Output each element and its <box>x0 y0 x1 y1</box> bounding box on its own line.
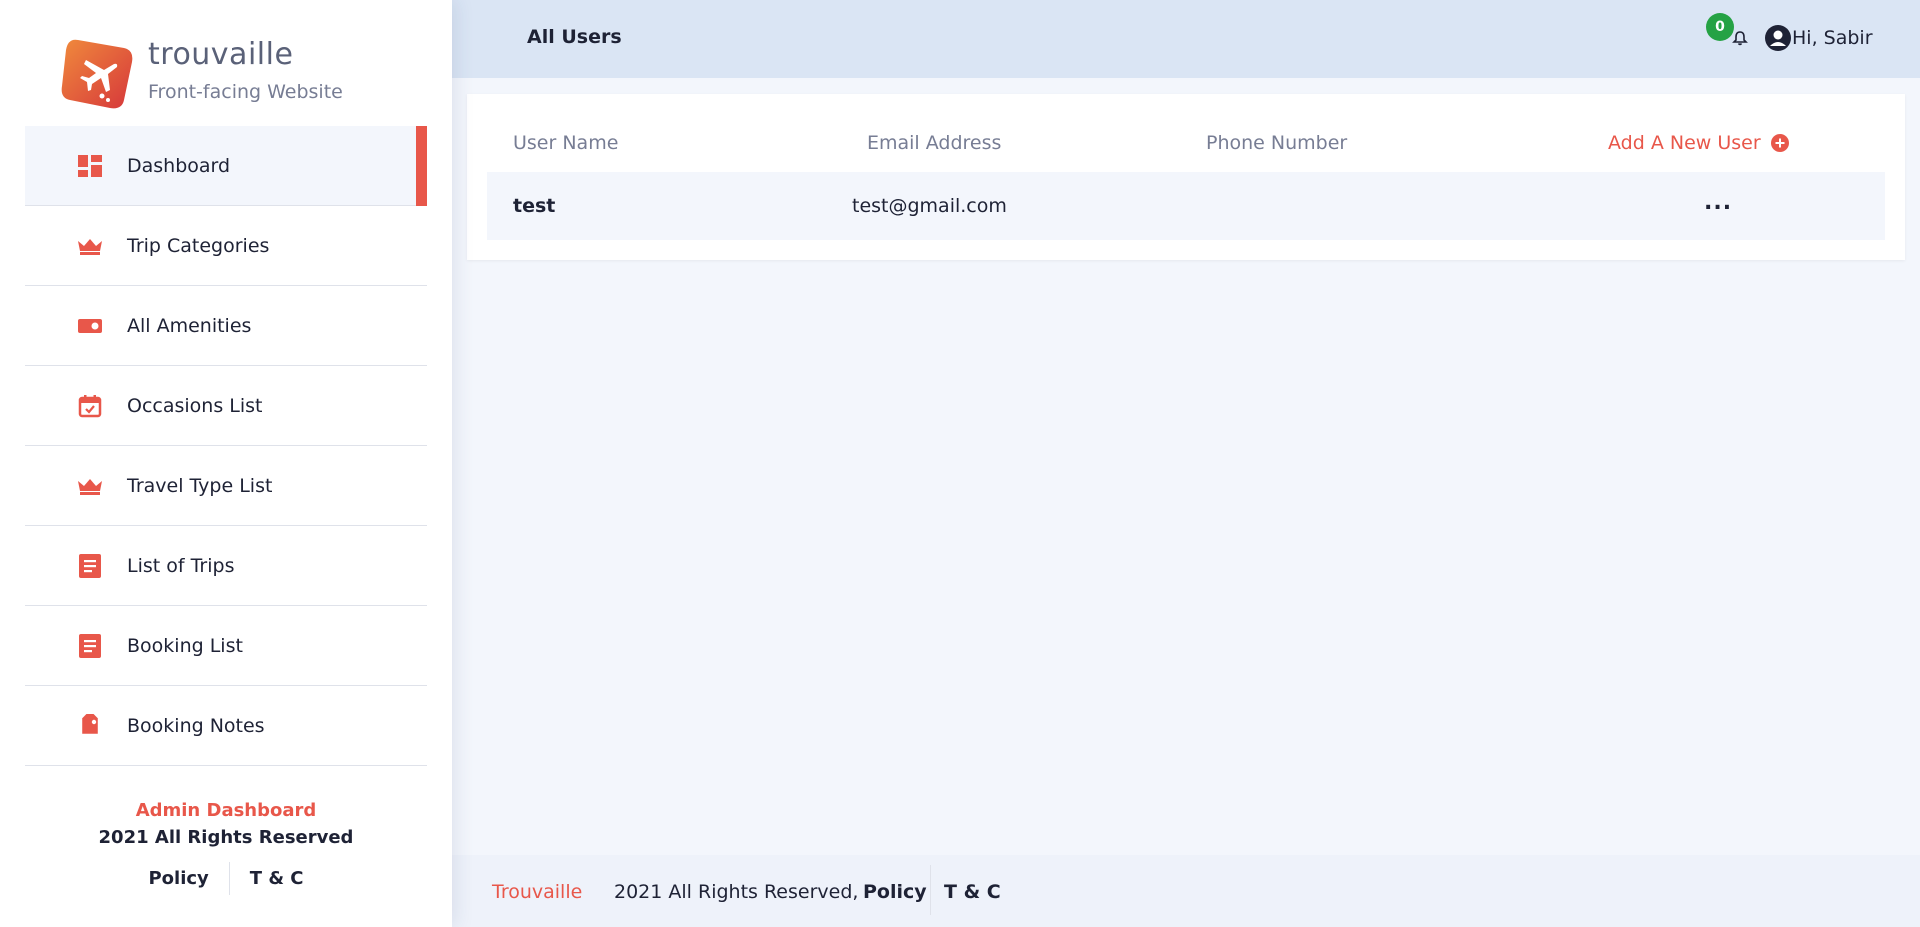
users-table: User Name Email Address Phone Number Add… <box>467 94 1905 260</box>
toggle-icon <box>77 313 103 339</box>
column-header-phone: Phone Number <box>1206 132 1348 154</box>
sidebar-footer: Admin Dashboard 2021 All Rights Reserved… <box>0 800 452 895</box>
footer-rights: 2021 All Rights Reserved, <box>614 881 859 903</box>
crown-icon <box>77 233 103 259</box>
row-actions-menu[interactable]: ... <box>1704 190 1732 215</box>
dashboard-icon <box>77 153 103 179</box>
sidebar-item-all-amenities[interactable]: All Amenities <box>25 286 427 366</box>
sidebar: trouvaille Front-facing Website Dashboar… <box>0 0 452 927</box>
document-icon <box>77 633 103 659</box>
sidebar-item-travel-type-list[interactable]: Travel Type List <box>25 446 427 526</box>
crown-icon <box>77 473 103 499</box>
sidebar-item-list-of-trips[interactable]: List of Trips <box>25 526 427 606</box>
tag-icon <box>77 713 103 739</box>
sidebar-item-label: Occasions List <box>127 394 263 417</box>
sidebar-item-occasions-list[interactable]: Occasions List <box>25 366 427 446</box>
sidebar-item-booking-notes[interactable]: Booking Notes <box>25 686 427 766</box>
page-title: All Users <box>527 26 622 48</box>
column-header-email: Email Address <box>867 132 1002 154</box>
document-icon <box>77 553 103 579</box>
sidebar-footer-title: Admin Dashboard <box>135 800 317 821</box>
sidebar-policy-link[interactable]: Policy <box>128 862 228 895</box>
plus-circle-icon <box>1770 134 1789 152</box>
page-footer: Trouvaille 2021 All Rights Reserved, Pol… <box>452 855 1920 927</box>
brand-name: trouvaille <box>148 37 294 72</box>
user-greeting[interactable]: Hi, Sabir <box>1792 27 1873 49</box>
add-user-button[interactable]: Add A New User <box>1608 132 1789 154</box>
sidebar-item-label: Dashboard <box>127 154 231 177</box>
footer-policy-link[interactable]: Policy <box>863 881 927 903</box>
sidebar-item-label: Trip Categories <box>127 234 270 257</box>
sidebar-item-trip-categories[interactable]: Trip Categories <box>25 206 427 286</box>
table-row[interactable]: test test@gmail.com ... <box>487 172 1885 240</box>
email-cell: test@gmail.com <box>852 195 1007 217</box>
calendar-check-icon <box>77 393 103 419</box>
sidebar-item-booking-list[interactable]: Booking List <box>25 606 427 686</box>
sidebar-item-label: Booking Notes <box>127 714 265 737</box>
footer-brand: Trouvaille <box>492 881 583 903</box>
notification-badge[interactable]: 0 <box>1706 13 1734 41</box>
sidebar-footer-rights: 2021 All Rights Reserved <box>98 827 354 848</box>
footer-divider <box>930 865 931 915</box>
footer-terms-link[interactable]: T & C <box>944 881 1001 903</box>
brand[interactable]: trouvaille Front-facing Website <box>58 34 343 112</box>
bell-icon[interactable] <box>1732 30 1748 46</box>
sidebar-terms-link[interactable]: T & C <box>228 862 324 895</box>
sidebar-item-dashboard[interactable]: Dashboard <box>25 126 427 206</box>
top-header: All Users 0 Hi, Sabir <box>452 0 1920 78</box>
sidebar-item-label: All Amenities <box>127 314 252 337</box>
sidebar-item-label: List of Trips <box>127 554 235 577</box>
logo-icon <box>61 39 133 109</box>
sidebar-item-label: Travel Type List <box>127 474 273 497</box>
add-user-label: Add A New User <box>1608 132 1761 154</box>
user-name-cell: test <box>513 195 556 217</box>
sidebar-item-label: Booking List <box>127 634 243 657</box>
column-header-user-name: User Name <box>513 132 619 154</box>
sidebar-nav: Dashboard Trip Categories All Amenities … <box>25 126 427 766</box>
brand-subtitle: Front-facing Website <box>148 81 343 103</box>
user-avatar-icon[interactable] <box>1764 24 1792 52</box>
